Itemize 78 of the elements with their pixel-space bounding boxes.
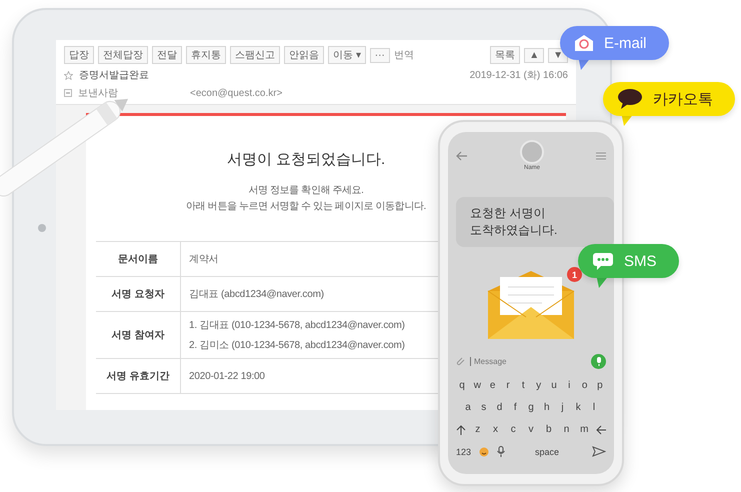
keyboard-key[interactable]: i	[563, 380, 576, 391]
keyboard-key[interactable]: l	[588, 402, 600, 413]
keyboard-key[interactable]: u	[548, 380, 560, 391]
nav-button[interactable]: ▲	[524, 48, 544, 62]
table-cell-text: 1. 김대표 (010-1234-5678, abcd1234@naver.com)	[189, 319, 406, 332]
toolbar-button[interactable]: 안읽음	[284, 46, 324, 64]
table-header: 문서이름	[96, 242, 181, 276]
keyboard-key[interactable]: s	[478, 402, 490, 413]
keyboard-key[interactable]: p	[594, 380, 606, 391]
table-cell-text: 계약서	[189, 253, 220, 266]
channel-label: SMS	[624, 252, 657, 270]
mail-text: 아래 버튼을 누르면 서명할 수 있는 페이지로 이동합니다.	[186, 200, 426, 214]
mail-date: 2019-12-31 (화) 16:06	[470, 69, 568, 82]
notification-badge: 1	[567, 267, 582, 282]
keyboard-key[interactable]: f	[509, 402, 522, 413]
keyboard-key[interactable]: c	[507, 424, 520, 435]
keyboard-key[interactable]: q	[456, 380, 468, 391]
keyboard-key[interactable]: w	[471, 380, 484, 391]
table-header: 서명 유효기간	[96, 359, 181, 393]
keyboard-key[interactable]: y	[532, 380, 545, 391]
speech-bubble-icon	[617, 88, 643, 110]
keyboard-key[interactable]: t	[517, 380, 530, 391]
send-icon	[592, 446, 606, 457]
keyboard-key[interactable]: n	[560, 424, 572, 435]
numbers-key[interactable]: 123	[456, 446, 472, 456]
channel-label: E-mail	[604, 34, 647, 52]
mail-text: 서명 정보를 확인해 주세요.	[248, 184, 364, 198]
keyboard-key[interactable]: x	[490, 424, 502, 435]
smiley-icon	[479, 446, 490, 456]
keyboard-key[interactable]: m	[578, 424, 590, 435]
toolbar-button[interactable]: 답장	[64, 46, 94, 64]
keyboard-key[interactable]: b	[542, 424, 555, 435]
channel-label: 카카오톡	[653, 90, 713, 108]
keyboard-key[interactable]: v	[525, 424, 537, 435]
toolbar-button[interactable]: 휴지통	[186, 46, 226, 64]
sender-label: 보낸사람	[78, 87, 118, 100]
table-header: 서명 참여자	[96, 312, 181, 358]
keyboard-key[interactable]: g	[525, 402, 537, 413]
toolbar-button[interactable]: ···	[370, 48, 390, 62]
avatar-circle	[520, 140, 544, 164]
paperclip-icon	[456, 356, 466, 366]
sender-address: <econ@quest.co.kr>	[190, 88, 282, 98]
keyboard-key[interactable]: o	[578, 380, 591, 391]
message-bubble: 요청한 서명이 도착하였습니다.	[456, 197, 614, 247]
message-input[interactable]: Message	[470, 357, 587, 366]
keyboard-key[interactable]: z	[472, 424, 484, 435]
keyboard-key[interactable]: a	[462, 402, 474, 413]
shift-arrow-icon	[456, 424, 466, 434]
toolbar-button[interactable]: 이동 ▾	[328, 46, 366, 64]
back-arrow-icon	[456, 150, 468, 160]
keyboard-key[interactable]: r	[502, 380, 514, 391]
table-cell-text: 김대표 (abcd1234@naver.com)	[189, 288, 325, 301]
table-header: 서명 요청자	[96, 277, 181, 311]
toolbar-button[interactable]: 전체답장	[98, 46, 148, 64]
keyboard-key[interactable]: d	[494, 402, 506, 413]
keyboard-key[interactable]: j	[556, 402, 568, 413]
table-cell-text: 2020-01-22 19:00	[189, 370, 266, 382]
star-icon	[64, 70, 73, 80]
translate-link[interactable]: 번역	[394, 48, 414, 62]
toolbar-button[interactable]: 스팸신고	[230, 46, 280, 64]
space-key[interactable]: space	[535, 446, 560, 456]
keyboard-key[interactable]: h	[540, 402, 553, 413]
camera-dot	[38, 224, 46, 232]
menu-icon	[596, 152, 606, 160]
mail-title: 서명이 요청되었습니다.	[226, 150, 386, 169]
keyboard-key[interactable]: k	[572, 402, 584, 413]
microphone-icon	[596, 357, 602, 366]
envelope-at-icon	[574, 34, 594, 52]
toolbar-button[interactable]: 전달	[152, 46, 182, 64]
expand-icon	[64, 89, 72, 97]
mail-subject: 증명서발급완료	[79, 69, 149, 82]
table-cell-text: 2. 김미소 (010-1234-5678, abcd1234@naver.com)	[189, 339, 406, 352]
keyboard-key[interactable]: e	[486, 380, 499, 391]
backspace-arrow-icon	[596, 424, 606, 434]
microphone-button[interactable]	[591, 354, 606, 369]
nav-button[interactable]: 목록	[490, 46, 520, 64]
chat-dots-icon	[592, 252, 614, 270]
microphone-icon	[497, 446, 506, 457]
